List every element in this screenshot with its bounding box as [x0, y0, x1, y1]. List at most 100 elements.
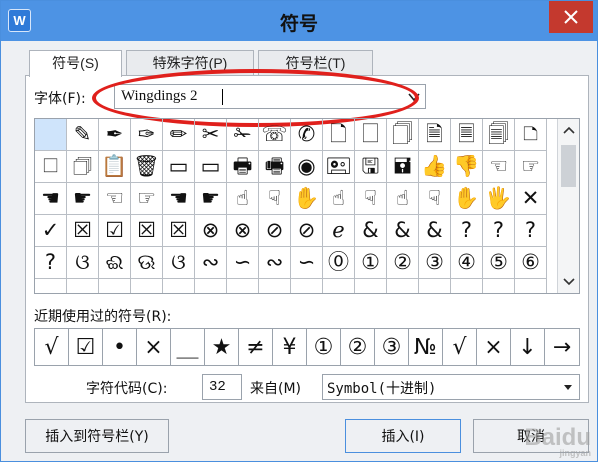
symbol-cell[interactable]: ✋ [451, 183, 483, 215]
symbol-cell[interactable] [163, 279, 195, 293]
font-select[interactable]: Wingdings 2 [114, 84, 426, 109]
symbol-cell[interactable]: ② [387, 247, 419, 279]
recent-symbol-cell[interactable]: ① [307, 329, 341, 365]
symbol-cell[interactable]: ✑ [131, 119, 163, 151]
grid-scrollbar[interactable] [557, 119, 579, 293]
symbol-cell[interactable] [291, 279, 323, 293]
recent-symbol-cell[interactable]: ＿ [171, 329, 205, 365]
symbol-cell[interactable]: ଓ [67, 247, 99, 279]
chevron-down-icon[interactable] [408, 92, 420, 102]
symbol-cell[interactable]: 🗅 [515, 119, 547, 151]
symbol-cell[interactable]: 🖶 [227, 151, 259, 183]
symbol-cell[interactable]: ଈ [99, 247, 131, 279]
char-code-input[interactable]: 32 [202, 374, 242, 400]
symbol-cell[interactable] [355, 279, 387, 293]
symbol-cell[interactable] [323, 279, 355, 293]
symbol-cell[interactable]: ⑤ [483, 247, 515, 279]
symbol-cell[interactable]: ⊗ [227, 215, 259, 247]
cancel-button[interactable]: 取消 [473, 419, 589, 453]
recent-symbol-cell[interactable]: № [409, 329, 443, 365]
symbol-cell[interactable]: ∾ [195, 247, 227, 279]
symbol-cell[interactable]: ✁ [227, 119, 259, 151]
symbol-cell[interactable]: 🗋 [323, 119, 355, 151]
symbol-cell[interactable]: ✕ [515, 183, 547, 215]
symbol-cell[interactable]: ☟ [355, 183, 387, 215]
symbol-cell[interactable] [451, 279, 483, 293]
symbol-cell[interactable]: ☒ [131, 215, 163, 247]
symbol-cell[interactable]: ✓ [35, 215, 67, 247]
recent-symbol-cell[interactable]: ② [341, 329, 375, 365]
symbol-cell[interactable]: 🗏 [451, 119, 483, 151]
symbol-cell[interactable]: ⑥ [515, 247, 547, 279]
symbol-cell[interactable]: & [355, 215, 387, 247]
recent-symbol-cell[interactable]: × [137, 329, 171, 365]
symbol-cell[interactable]: ✆ [291, 119, 323, 151]
symbol-cell[interactable]: ☒ [67, 215, 99, 247]
symbol-cell[interactable]: ✏ [163, 119, 195, 151]
symbol-cell[interactable]: 🗎 [419, 119, 451, 151]
scroll-up-icon[interactable] [563, 125, 575, 137]
symbol-cell[interactable]: ✋ [291, 183, 323, 215]
recent-symbol-cell[interactable]: • [103, 329, 137, 365]
symbol-cell[interactable]: ▭ [163, 151, 195, 183]
symbol-cell[interactable]: ☏ [259, 119, 291, 151]
symbol-cell[interactable]: ☚ [35, 183, 67, 215]
symbol-cell[interactable]: ☒ [163, 215, 195, 247]
symbol-cell[interactable]: 🖬 [387, 151, 419, 183]
symbol-cell[interactable]: ④ [451, 247, 483, 279]
scroll-thumb[interactable] [561, 145, 576, 187]
symbol-cell[interactable]: ∾ [259, 247, 291, 279]
symbol-cell[interactable]: 🗑 [131, 151, 163, 183]
symbol-cell[interactable]: & [419, 215, 451, 247]
title-bar[interactable]: W 符号 [1, 1, 597, 41]
symbol-cell[interactable]: ◉ [291, 151, 323, 183]
symbol-cell[interactable]: ☟ [419, 183, 451, 215]
symbol-cell[interactable] [227, 279, 259, 293]
from-select[interactable]: Symbol(十进制) [322, 374, 580, 400]
symbol-cell[interactable]: ☛ [195, 183, 227, 215]
recent-symbol-cell[interactable]: ③ [375, 329, 409, 365]
symbol-cell[interactable]: 🗐 [483, 119, 515, 151]
dropdown-arrow-icon[interactable] [564, 385, 572, 390]
symbol-cell[interactable] [419, 279, 451, 293]
symbol-cell[interactable]: ? [451, 215, 483, 247]
symbol-cell[interactable]: ☜ [483, 151, 515, 183]
symbol-cell[interactable]: ☚ [163, 183, 195, 215]
symbol-cell[interactable]: 👎 [451, 151, 483, 183]
recent-symbol-cell[interactable]: √ [35, 329, 69, 365]
symbol-cell[interactable]: ⊘ [291, 215, 323, 247]
symbol-cell[interactable] [483, 279, 515, 293]
symbol-cell[interactable]: ? [35, 247, 67, 279]
symbol-cell[interactable] [99, 279, 131, 293]
symbol-cell[interactable]: ? [483, 215, 515, 247]
symbol-cell[interactable] [35, 119, 67, 151]
symbol-cell[interactable]: ☝ [387, 183, 419, 215]
symbol-cell[interactable]: ✎ [67, 119, 99, 151]
symbol-cell[interactable] [259, 279, 291, 293]
tab-symbol-toolbar[interactable]: 符号栏(T) [258, 50, 373, 76]
symbol-cell[interactable]: & [387, 215, 419, 247]
recent-symbol-cell[interactable]: ☑ [69, 329, 103, 365]
symbol-cell[interactable]: ଓ [163, 247, 195, 279]
recent-symbol-cell[interactable]: √ [443, 329, 477, 365]
symbol-cell[interactable]: ① [355, 247, 387, 279]
insert-to-toolbar-button[interactable]: 插入到符号栏(Y) [25, 419, 169, 453]
symbol-cell[interactable] [515, 279, 547, 293]
symbol-cell[interactable]: ③ [419, 247, 451, 279]
recent-symbol-cell[interactable]: ↓ [511, 329, 545, 365]
symbol-cell[interactable]: ⊗ [195, 215, 227, 247]
scroll-down-icon[interactable] [563, 275, 575, 287]
symbol-cell[interactable]: ℯ [323, 215, 355, 247]
symbol-cell[interactable]: 🖐 [483, 183, 515, 215]
recent-symbol-cell[interactable]: ≠ [239, 329, 273, 365]
recent-symbol-cell[interactable]: × [477, 329, 511, 365]
symbol-cell[interactable]: 🗌 [355, 119, 387, 151]
symbol-cell[interactable]: 🗇 [67, 151, 99, 183]
insert-button[interactable]: 插入(I) [345, 419, 461, 453]
symbol-cell[interactable] [387, 279, 419, 293]
symbol-cell[interactable] [131, 279, 163, 293]
symbol-cell[interactable]: ☟ [259, 183, 291, 215]
tab-special-chars[interactable]: 特殊字符(P) [126, 50, 254, 76]
symbol-cell[interactable]: ☞ [515, 151, 547, 183]
recent-symbol-cell[interactable]: ★ [205, 329, 239, 365]
